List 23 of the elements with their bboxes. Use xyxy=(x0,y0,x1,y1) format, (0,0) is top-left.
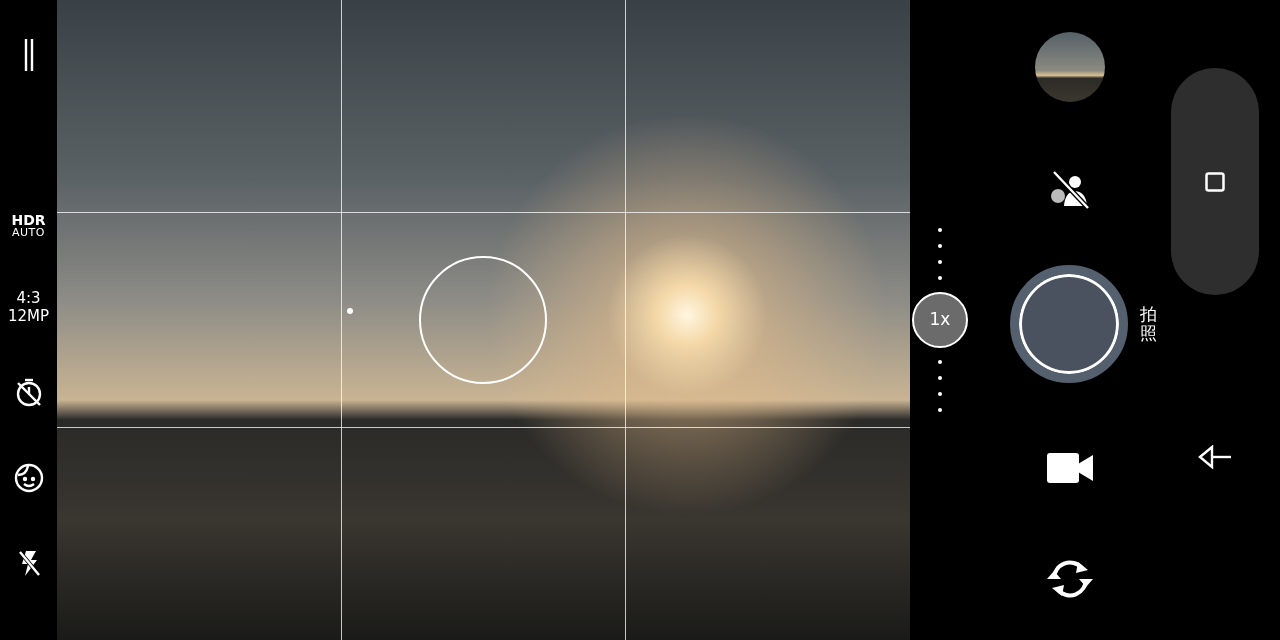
person-off-icon[interactable] xyxy=(1048,170,1092,210)
zoom-step-dot xyxy=(938,360,942,364)
timer-off-icon[interactable] xyxy=(14,377,43,408)
menu-icon[interactable] xyxy=(22,39,35,71)
zoom-step-dot xyxy=(938,392,942,396)
photo-size-button[interactable]: 4:3 12MP xyxy=(7,289,50,326)
face-icon[interactable] xyxy=(13,463,44,494)
video-camera-icon[interactable] xyxy=(1047,453,1093,483)
square-icon xyxy=(1205,171,1225,192)
back-icon[interactable] xyxy=(1198,445,1232,469)
flash-off-icon[interactable] xyxy=(16,549,41,578)
zoom-step-dot xyxy=(938,276,942,280)
zoom-step-dot xyxy=(938,228,942,232)
hdr-button[interactable]: HDR AUTO xyxy=(11,213,46,240)
zoom-step-dot xyxy=(938,408,942,412)
mode-label: 拍照 xyxy=(1140,305,1157,343)
zoom-button[interactable]: 1x xyxy=(912,292,968,348)
zoom-step-dot xyxy=(938,376,942,380)
zoom-step-dot xyxy=(938,244,942,248)
switch-camera-icon[interactable] xyxy=(1044,558,1096,600)
focus-point-dot xyxy=(347,308,353,314)
focus-ring[interactable] xyxy=(419,256,547,384)
zoom-step-dot xyxy=(938,260,942,264)
